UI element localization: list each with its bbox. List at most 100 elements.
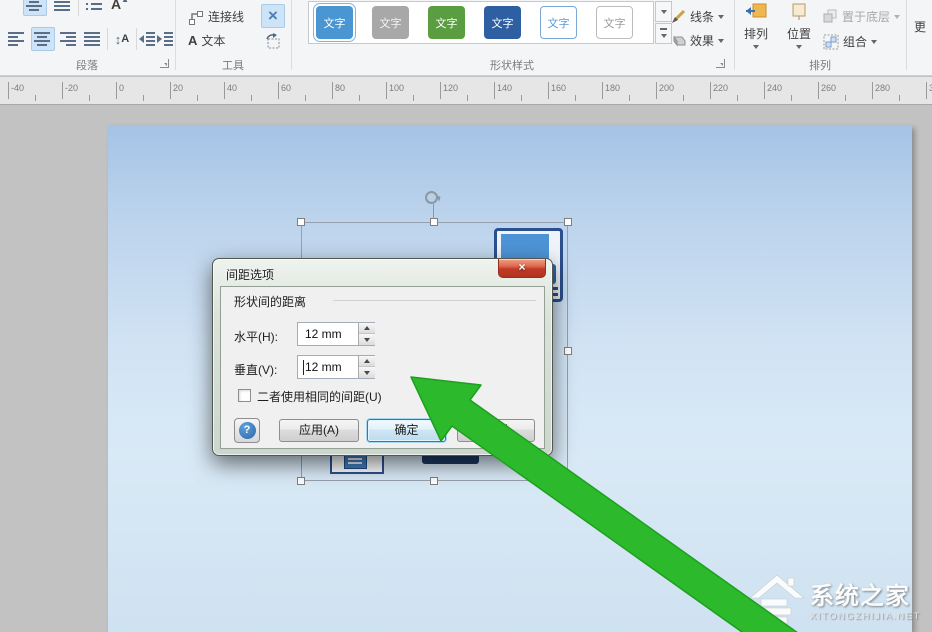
- ruler-minor-tick: [143, 95, 144, 101]
- ruler-minor-tick: [197, 95, 198, 101]
- style-tile-navy[interactable]: 文字: [484, 6, 521, 39]
- watermark: 系统之家 XITONGZHIJIA.NET: [748, 572, 928, 626]
- align-center-icon[interactable]: [31, 27, 55, 51]
- same-spacing-checkbox-label[interactable]: 二者使用相同的间距(U): [257, 388, 382, 405]
- ruler-tick: 240: [764, 82, 765, 99]
- align-right-icon[interactable]: [57, 27, 81, 51]
- bullet-list-icon[interactable]: [82, 0, 106, 16]
- house-logo-icon: [748, 572, 806, 626]
- character-spacing-icon[interactable]: ↕A: [110, 27, 134, 51]
- bullet-list-glyph: [86, 0, 102, 11]
- selection-handle-top-right[interactable]: [564, 218, 572, 226]
- align-middle-icon[interactable]: [23, 0, 47, 16]
- connector-label: 连接线: [208, 8, 244, 25]
- pointer-tool-icon[interactable]: ×: [261, 4, 285, 28]
- align-middle-glyph: [26, 0, 44, 11]
- selection-handle-bottom-left[interactable]: [297, 477, 305, 485]
- watermark-domain: XITONGZHIJIA.NET: [810, 611, 921, 622]
- vertical-spin-up-button[interactable]: [359, 356, 375, 367]
- shape-styles-group-label: 形状样式: [292, 57, 732, 73]
- rotate-tool-icon[interactable]: [261, 30, 285, 54]
- help-button[interactable]: ?: [234, 418, 260, 443]
- send-to-back-icon: [823, 9, 838, 24]
- effects-button[interactable]: 效果: [670, 32, 724, 49]
- arrange-label: 排列: [738, 25, 774, 42]
- selection-handle-top-left[interactable]: [297, 218, 305, 226]
- text-tool-button[interactable]: A 文本: [188, 32, 225, 49]
- decrease-indent-icon[interactable]: [138, 27, 155, 51]
- ruler-minor-tick: [251, 95, 252, 101]
- rotation-handle[interactable]: [425, 191, 438, 204]
- shape-styles-dialog-launcher[interactable]: [716, 59, 725, 68]
- ruler-minor-tick: [683, 95, 684, 101]
- arrange-icon: [745, 2, 767, 20]
- spin-down-icon: [364, 371, 370, 375]
- ribbon: A▲ ↕A 段落: [0, 0, 932, 76]
- selection-handle-bottom-right[interactable]: [564, 477, 572, 485]
- chevron-down-icon: [871, 40, 877, 44]
- vertical-spin-down-button[interactable]: [359, 367, 375, 378]
- horizontal-ruler: -40-200204060801001201401601802002202402…: [0, 77, 932, 105]
- arrange-group-label: 排列: [736, 57, 904, 73]
- ruler-tick: 60: [278, 82, 279, 99]
- align-left-icon[interactable]: [5, 27, 29, 51]
- style-tile-blue[interactable]: 文字: [316, 6, 353, 39]
- change-shape-button-clipped[interactable]: 更: [914, 18, 926, 35]
- increase-indent-icon[interactable]: [156, 27, 173, 51]
- rotate-glyph: [264, 33, 282, 51]
- divider: [78, 0, 79, 16]
- selection-handle-right-mid[interactable]: [564, 347, 572, 355]
- ruler-tick: 200: [656, 82, 657, 99]
- send-to-back-button[interactable]: 置于底层: [823, 8, 900, 25]
- ruler-minor-tick: [35, 95, 36, 101]
- tools-group-label: 工具: [176, 57, 290, 73]
- horizontal-spin-up-button[interactable]: [359, 323, 375, 334]
- grow-font-icon[interactable]: A▲: [108, 0, 132, 16]
- ruler-minor-tick: [737, 95, 738, 101]
- ruler-tick: 160: [548, 82, 549, 99]
- selection-handle-bottom-mid[interactable]: [430, 477, 438, 485]
- spin-up-icon: [364, 326, 370, 330]
- group-label: 组合: [843, 33, 867, 50]
- ruler-tick: 260: [818, 82, 819, 99]
- shape-style-gallery: 文字 文字 文字 文字 文字 文字: [308, 1, 654, 44]
- style-tile-gray[interactable]: 文字: [372, 6, 409, 39]
- align-center-glyph: [34, 32, 52, 46]
- divider: [136, 28, 137, 50]
- ruler-tick: 220: [710, 82, 711, 99]
- connector-icon: [188, 9, 204, 25]
- justify-icon[interactable]: [81, 27, 105, 51]
- align-right-glyph: [60, 32, 78, 46]
- paragraph-dialog-launcher[interactable]: [160, 59, 169, 68]
- chevron-down-icon: [661, 10, 667, 14]
- ruler-tick: 180: [602, 82, 603, 99]
- horizontal-spacing-input[interactable]: 12 mm: [297, 322, 375, 346]
- horizontal-spacing-label: 水平(H):: [234, 328, 278, 345]
- position-button[interactable]: 位置: [781, 2, 817, 49]
- dialog-content-panel: 形状间的距离 水平(H): 12 mm 垂直(V): 12 mm: [220, 286, 545, 449]
- apply-button[interactable]: 应用(A): [279, 419, 359, 442]
- arrange-button[interactable]: 排列: [738, 2, 774, 49]
- text-tool-label: 文本: [201, 32, 225, 49]
- increase-indent-glyph: [157, 32, 173, 46]
- vertical-spacing-input[interactable]: 12 mm: [297, 355, 375, 379]
- ruler-tick: -20: [62, 82, 63, 99]
- style-tile-green[interactable]: 文字: [428, 6, 465, 39]
- align-bottom-icon[interactable]: [51, 0, 75, 16]
- selection-handle-top-mid[interactable]: [430, 218, 438, 226]
- horizontal-spin-down-button[interactable]: [359, 334, 375, 345]
- vertical-spacing-value: 12 mm: [305, 360, 342, 374]
- cancel-button[interactable]: 取消: [457, 419, 535, 442]
- ok-button[interactable]: 确定: [367, 419, 446, 442]
- group-button[interactable]: 组合: [823, 33, 877, 50]
- style-tile-outline-gray[interactable]: 文字: [596, 6, 633, 39]
- ruler-minor-tick: [521, 95, 522, 101]
- horizontal-spacing-value: 12 mm: [305, 327, 342, 341]
- position-label: 位置: [781, 25, 817, 42]
- line-style-button[interactable]: 线条: [670, 8, 724, 25]
- same-spacing-checkbox[interactable]: [238, 389, 251, 402]
- text-tool-icon: A: [188, 33, 197, 48]
- style-tile-outline-blue[interactable]: 文字: [540, 6, 577, 39]
- connector-tool-button[interactable]: 连接线: [188, 8, 244, 25]
- dialog-close-button[interactable]: ×: [498, 259, 546, 278]
